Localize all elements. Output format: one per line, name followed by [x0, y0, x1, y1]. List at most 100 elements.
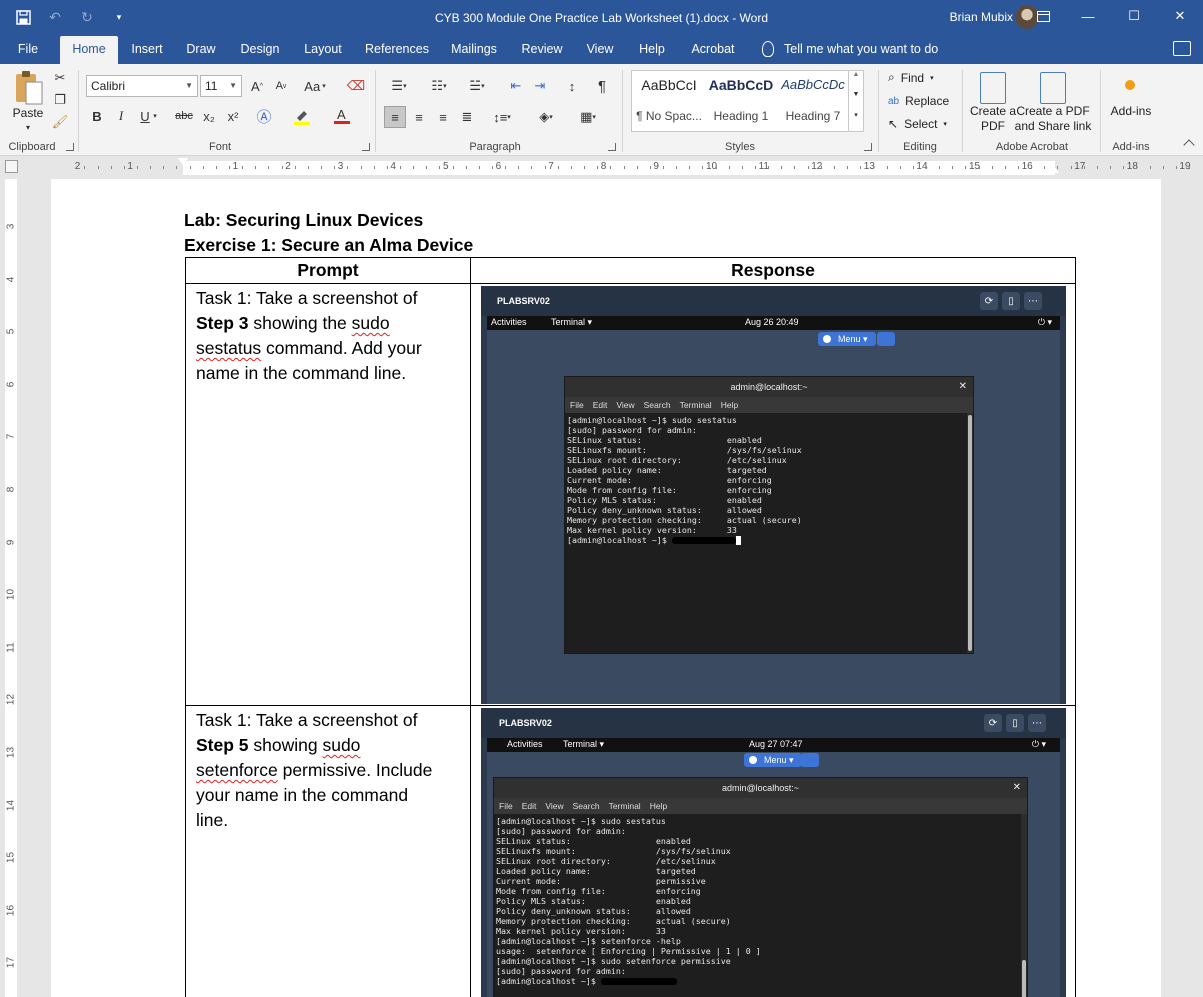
- system-tray-icon[interactable]: ⏻ ▾: [1032, 739, 1046, 750]
- numbering-icon[interactable]: ☷ ▾: [424, 76, 454, 96]
- table-header-prompt[interactable]: Prompt: [186, 260, 470, 281]
- tab-file[interactable]: File: [8, 36, 48, 64]
- paste-icon[interactable]: [14, 70, 44, 106]
- terminal-scrollbar[interactable]: [1022, 960, 1026, 997]
- addins-button[interactable]: Add-ins: [1106, 104, 1156, 119]
- tab-selector[interactable]: [5, 160, 18, 173]
- clock[interactable]: Aug 26 20:49: [745, 317, 799, 327]
- wifi-icon[interactable]: [877, 332, 895, 346]
- subscript-button[interactable]: x₂: [200, 106, 218, 126]
- tab-home[interactable]: Home: [60, 36, 118, 64]
- more-icon[interactable]: ⋯: [1024, 292, 1042, 310]
- style-heading1-sample[interactable]: AaBbCcD: [704, 77, 778, 93]
- tab-layout[interactable]: Layout: [298, 36, 348, 64]
- more-icon[interactable]: ⋯: [1028, 714, 1046, 732]
- terminal-menu-item[interactable]: Search: [573, 801, 600, 811]
- terminal-window[interactable]: admin@localhost:~ ✕ File Edit View Search Te…: [493, 777, 1028, 997]
- tab-acrobat[interactable]: Acrobat: [684, 36, 742, 64]
- maximize-icon[interactable]: ☐: [1111, 0, 1157, 32]
- highlight-icon[interactable]: [292, 106, 312, 126]
- create-pdf-icon[interactable]: [980, 72, 1006, 104]
- exercise-title[interactable]: Exercise 1: Secure an Alma Device: [184, 235, 473, 256]
- styles-scroll[interactable]: ▲ ▼ ▾: [848, 71, 863, 131]
- terminal-menu-item[interactable]: Help: [721, 400, 738, 410]
- increase-indent-icon[interactable]: ⇥: [530, 76, 550, 96]
- lab-title[interactable]: Lab: Securing Linux Devices: [184, 210, 423, 231]
- terminal-close-icon[interactable]: ✕: [959, 377, 967, 397]
- clear-formatting-icon[interactable]: ⌫: [346, 76, 366, 96]
- keyboard-icon[interactable]: ▯: [1006, 714, 1024, 732]
- terminal-window[interactable]: admin@localhost:~ ✕ File Edit View Search Te…: [564, 376, 974, 654]
- align-left-icon[interactable]: ≡: [384, 106, 406, 128]
- decrease-indent-icon[interactable]: ⇤: [506, 76, 526, 96]
- justify-icon[interactable]: ≣: [456, 106, 478, 128]
- tab-insert[interactable]: Insert: [124, 36, 170, 64]
- line-spacing-icon[interactable]: ↕≡ ▾: [486, 106, 518, 128]
- tab-review[interactable]: Review: [516, 36, 568, 64]
- user-name[interactable]: Brian Mubix: [950, 10, 1013, 24]
- paste-button[interactable]: Paste: [10, 106, 46, 121]
- style-heading7-sample[interactable]: AaBbCcDc: [776, 77, 850, 92]
- terminal-app-menu[interactable]: Terminal ▾: [551, 317, 592, 328]
- terminal-menu-item[interactable]: Search: [644, 400, 671, 410]
- addins-icon[interactable]: [1125, 80, 1135, 90]
- tab-help[interactable]: Help: [632, 36, 672, 64]
- terminal-app-menu[interactable]: Terminal ▾: [563, 739, 604, 750]
- multilevel-list-icon[interactable]: ☱ ▾: [462, 76, 492, 96]
- remote-menu-button[interactable]: Menu ▾: [818, 332, 876, 346]
- bullets-icon[interactable]: ☰ ▾: [384, 76, 414, 96]
- italic-button[interactable]: I: [112, 106, 130, 126]
- shrink-font-button[interactable]: Av: [272, 77, 290, 95]
- terminal-output[interactable]: [admin@localhost ~]$ sudo sestatus [sudo]…: [494, 814, 1021, 997]
- comments-icon[interactable]: [1173, 41, 1191, 56]
- clipboard-launcher-icon[interactable]: [66, 143, 74, 151]
- cut-icon[interactable]: ✂: [52, 70, 68, 86]
- sort-icon[interactable]: ↕: [562, 76, 582, 96]
- font-name-combo[interactable]: Calibri ▼: [86, 75, 198, 97]
- tell-me-search[interactable]: Tell me what you want to do: [762, 41, 938, 57]
- keyboard-icon[interactable]: ▯: [1002, 292, 1020, 310]
- terminal-menu-item[interactable]: Edit: [593, 400, 608, 410]
- find-button[interactable]: ⌕ Find ▾: [888, 70, 934, 85]
- tab-mailings[interactable]: Mailings: [445, 36, 503, 64]
- right-indent-marker[interactable]: [1049, 166, 1059, 173]
- terminal-menu-item[interactable]: View: [545, 801, 563, 811]
- style-no-spacing-name[interactable]: ¶ No Spac...: [632, 109, 706, 123]
- terminal-output[interactable]: [admin@localhost ~]$ sudo sestatus [sudo]…: [565, 413, 967, 653]
- table-header-response[interactable]: Response: [471, 260, 1075, 281]
- screenshot-1[interactable]: PLABSRV02 ⟳ ▯ ⋯ Activities Terminal ▾ Au…: [481, 286, 1066, 704]
- refresh-icon[interactable]: ⟳: [980, 292, 998, 310]
- style-no-spacing-sample[interactable]: AaBbCcI: [632, 77, 706, 93]
- terminal-menu-item[interactable]: Help: [650, 801, 667, 811]
- strikethrough-button[interactable]: abc: [172, 106, 196, 126]
- activities-button[interactable]: Activities: [507, 739, 543, 749]
- paragraph-launcher-icon[interactable]: [608, 143, 616, 151]
- close-icon[interactable]: ✕: [1157, 0, 1203, 32]
- superscript-button[interactable]: x²: [224, 106, 242, 126]
- vertical-ruler[interactable]: 3 4 5 6 7 8 9 10 11 12 13 14 15 16 17: [0, 179, 22, 997]
- terminal-scrollbar[interactable]: [968, 415, 972, 651]
- tab-draw[interactable]: Draw: [180, 36, 222, 64]
- font-size-combo[interactable]: 11 ▼: [200, 75, 242, 97]
- grow-font-button[interactable]: A ^: [248, 77, 266, 95]
- terminal-close-icon[interactable]: ✕: [1013, 778, 1021, 798]
- change-case-button[interactable]: Aa ▾: [300, 77, 330, 95]
- show-formatting-icon[interactable]: ¶: [592, 76, 612, 96]
- bold-button[interactable]: B: [88, 106, 106, 126]
- paste-dropdown-icon[interactable]: ▾: [22, 122, 34, 132]
- screenshot-2[interactable]: PLABSRV02 ⟳ ▯ ⋯ Activities Terminal ▾ Au…: [481, 708, 1066, 997]
- copy-icon[interactable]: ❐: [52, 92, 68, 108]
- terminal-menu-item[interactable]: View: [616, 400, 634, 410]
- wifi-icon[interactable]: [801, 753, 819, 767]
- text-effects-icon[interactable]: Ⓐ: [254, 106, 274, 126]
- replace-button[interactable]: ab Replace: [888, 94, 949, 108]
- ribbon-display-options-icon[interactable]: [1020, 0, 1066, 32]
- select-button[interactable]: ↖ Select ▾: [888, 117, 947, 131]
- first-line-indent-marker[interactable]: [178, 158, 188, 165]
- prompt-cell-1[interactable]: Task 1: Take a screenshot of Step 3 show…: [196, 286, 464, 386]
- font-color-icon[interactable]: A: [332, 106, 352, 126]
- system-tray-icon[interactable]: ⏻ ▾: [1038, 317, 1052, 328]
- tab-references[interactable]: References: [360, 36, 434, 64]
- styles-launcher-icon[interactable]: [864, 143, 872, 151]
- underline-dropdown-icon[interactable]: ▾: [150, 106, 160, 126]
